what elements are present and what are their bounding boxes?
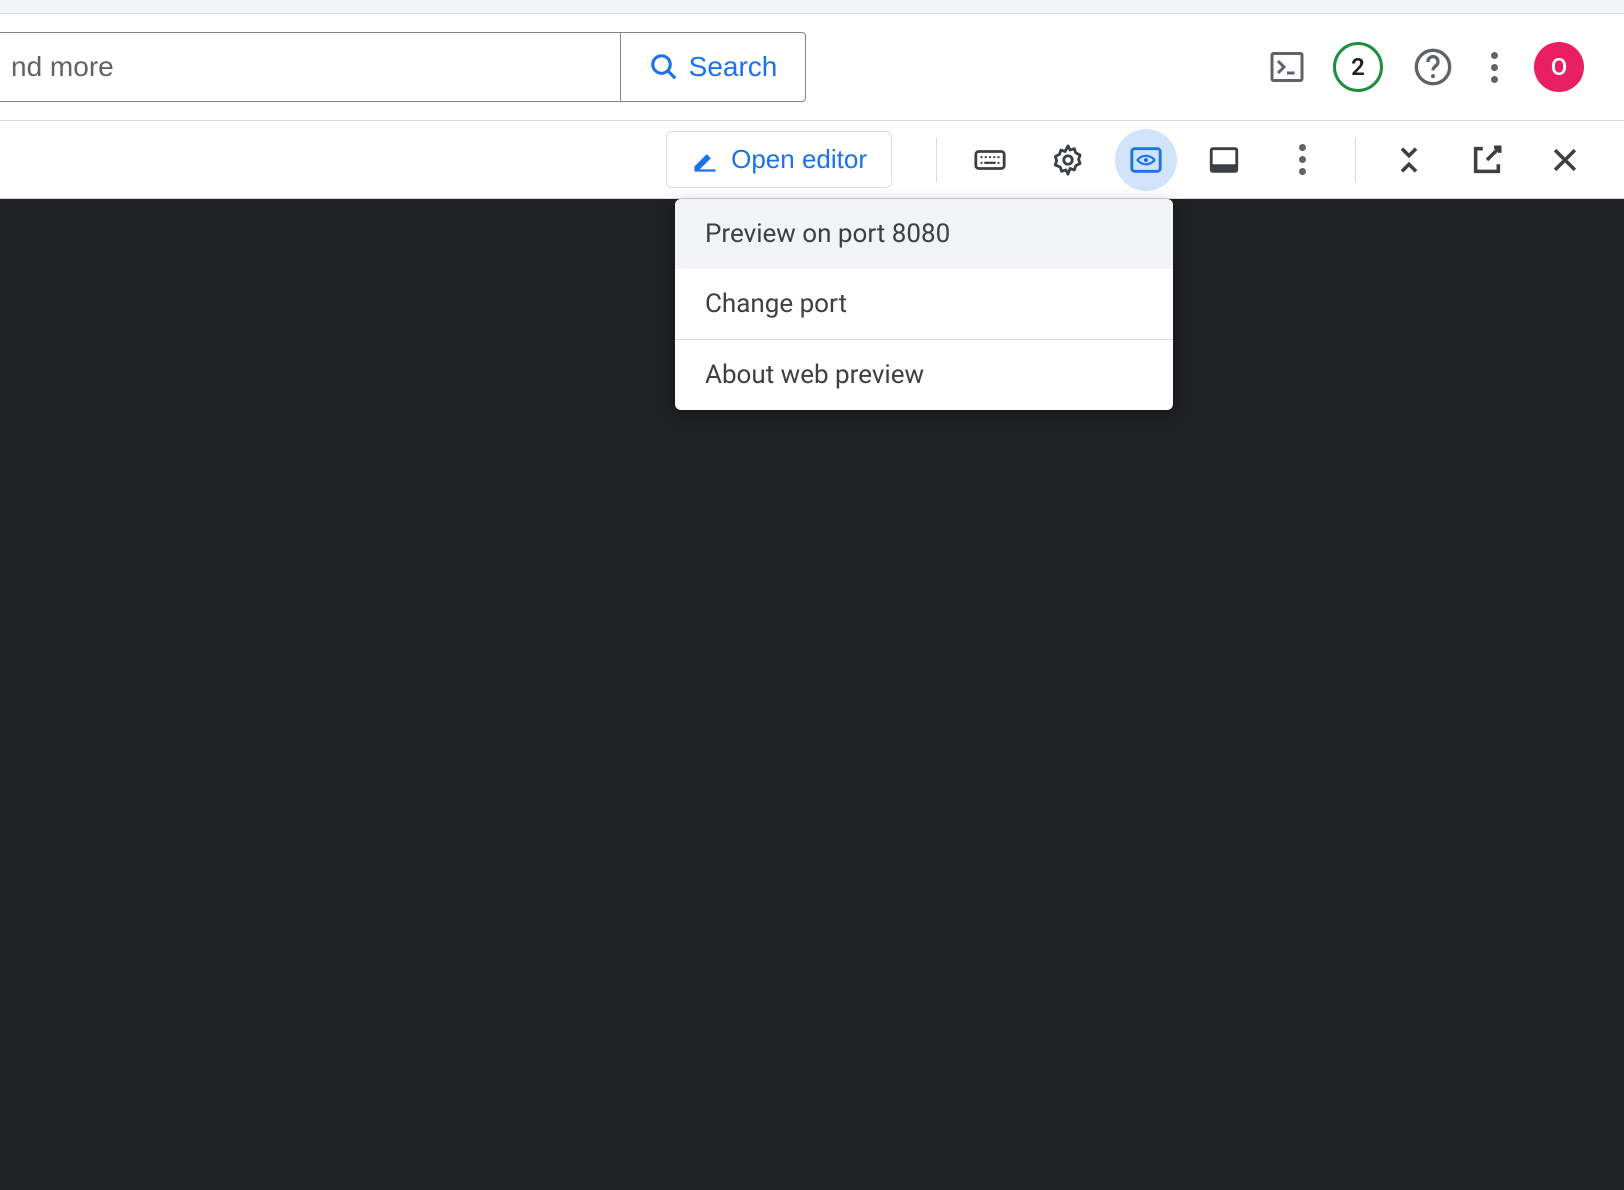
keyboard-icon (973, 143, 1007, 177)
dot-icon (1491, 76, 1498, 83)
open-new-window-button[interactable] (1456, 129, 1518, 191)
keyboard-shortcuts-button[interactable] (959, 129, 1021, 191)
pencil-icon (691, 146, 719, 174)
browser-chrome-strip (0, 0, 1624, 14)
search-button[interactable]: Search (620, 32, 806, 102)
web-preview-icon (1129, 143, 1163, 177)
toolbar-divider (1355, 138, 1356, 182)
search-container: Search (0, 32, 806, 102)
dropdown-item-change-port[interactable]: Change port (675, 269, 1173, 339)
dropdown-item-about[interactable]: About web preview (675, 340, 1173, 410)
gear-icon (1051, 143, 1085, 177)
split-pane-icon (1207, 143, 1241, 177)
header-bar: Search 2 O (0, 14, 1624, 121)
dropdown-item-preview-port[interactable]: Preview on port 8080 (675, 199, 1173, 269)
help-icon (1413, 47, 1453, 87)
search-icon (649, 52, 679, 82)
toolbar-window-controls (1370, 129, 1604, 191)
help-button[interactable] (1411, 45, 1455, 89)
more-options-button[interactable] (1483, 44, 1506, 91)
web-preview-dropdown: Preview on port 8080 Change port About w… (675, 199, 1173, 410)
open-editor-label: Open editor (731, 144, 867, 175)
user-avatar[interactable]: O (1534, 42, 1584, 92)
toolbar-divider (936, 138, 937, 182)
more-dots-vertical-icon (1299, 144, 1306, 175)
free-trial-badge[interactable]: 2 (1333, 42, 1383, 92)
search-button-label: Search (689, 51, 778, 83)
terminal-icon (1269, 49, 1305, 85)
settings-button[interactable] (1037, 129, 1099, 191)
cloud-shell-toolbar: Open editor (0, 121, 1624, 199)
collapse-icon (1392, 143, 1426, 177)
web-preview-button[interactable] (1115, 129, 1177, 191)
split-pane-button[interactable] (1193, 129, 1255, 191)
dot-icon (1491, 52, 1498, 59)
header-right-icons: 2 O (1269, 42, 1604, 92)
open-editor-button[interactable]: Open editor (666, 131, 892, 188)
toolbar-icons-group (951, 129, 1341, 191)
search-input[interactable] (0, 32, 620, 102)
close-button[interactable] (1534, 129, 1596, 191)
external-link-icon (1470, 143, 1504, 177)
free-trial-count: 2 (1351, 53, 1365, 81)
close-icon (1548, 143, 1582, 177)
dot-icon (1491, 64, 1498, 71)
cloud-shell-button[interactable] (1269, 49, 1305, 85)
minimize-button[interactable] (1378, 129, 1440, 191)
session-more-button[interactable] (1271, 129, 1333, 191)
avatar-letter: O (1551, 53, 1568, 81)
